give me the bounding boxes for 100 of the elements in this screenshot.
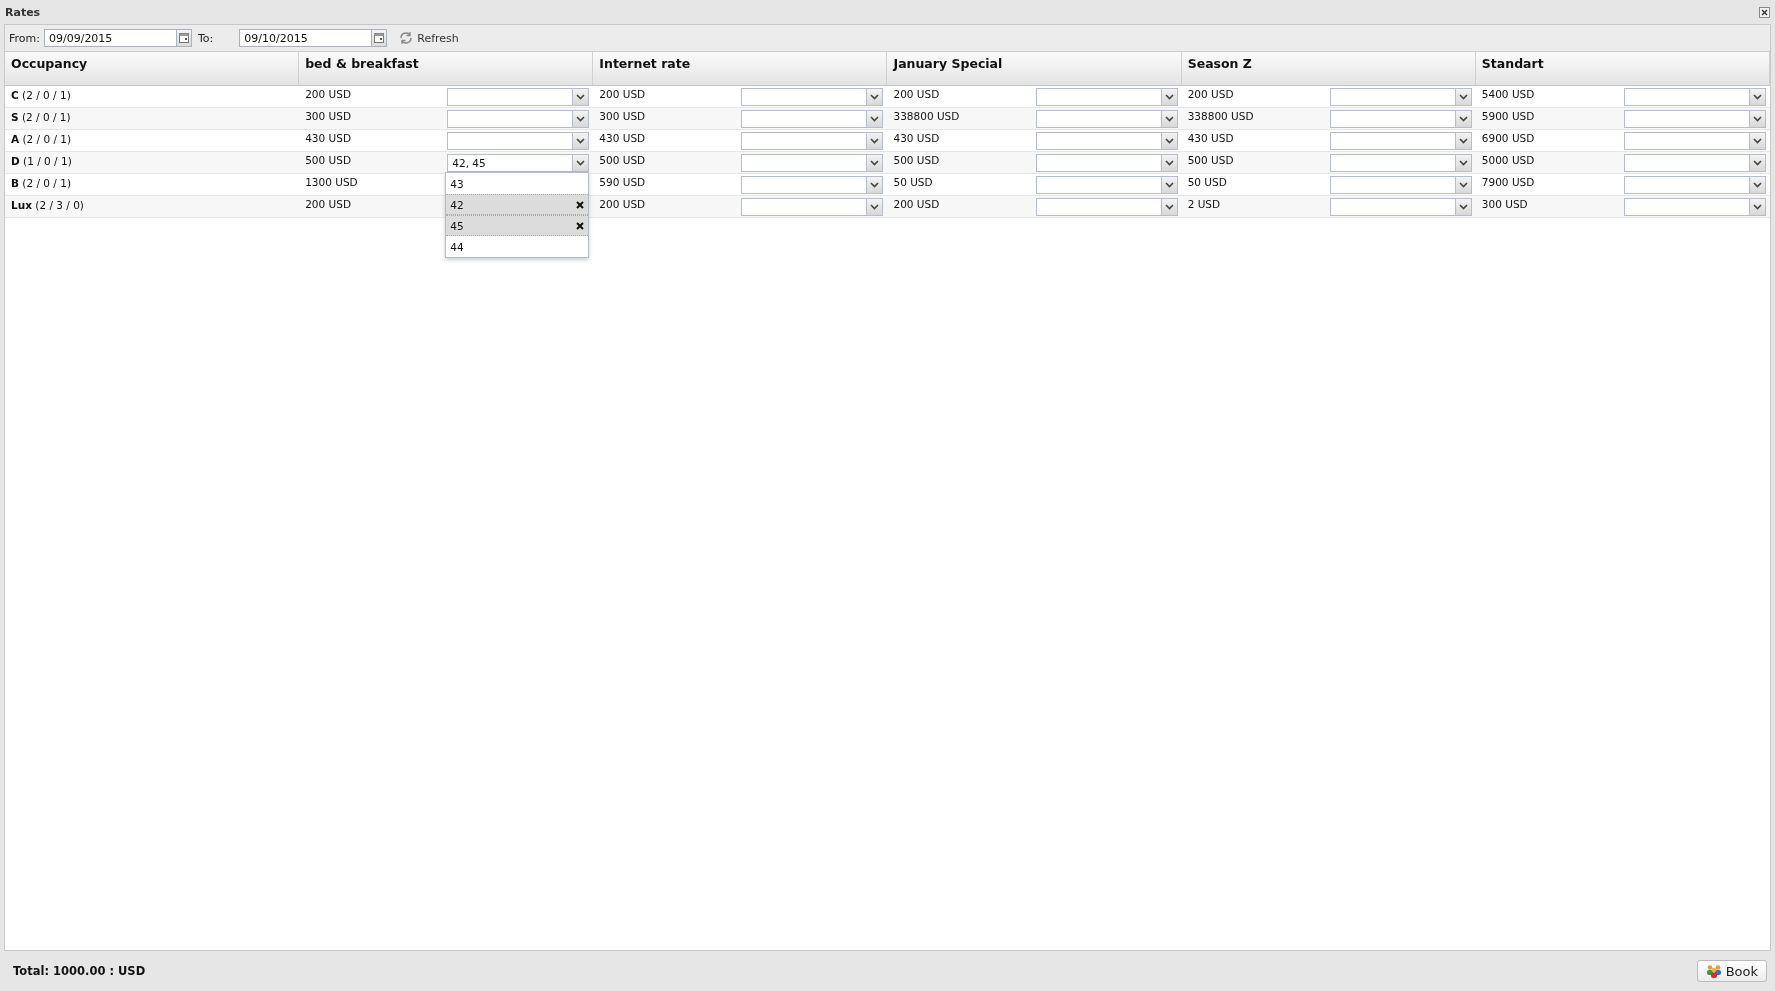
price-cell-text: 500 USD	[599, 153, 646, 166]
dropdown-option[interactable]: 44	[446, 236, 589, 257]
dropdown-button[interactable]	[572, 154, 590, 172]
occupancy-cell-text: Lux (2 / 3 / 0)	[10, 198, 85, 213]
column-header[interactable]: Internet rate	[593, 52, 888, 86]
caret-icon	[1753, 116, 1762, 122]
price-cell-text: 300 USD	[305, 109, 351, 122]
price-cell-text: 590 USD	[599, 175, 646, 188]
column-header[interactable]: January Special	[887, 52, 1182, 86]
caret-icon	[1164, 160, 1174, 166]
price-cell-text: 2 USD	[1187, 197, 1221, 210]
price-cell-text: 200 USD	[1187, 87, 1234, 100]
occupancy-cell-text: C (2 / 0 / 1)	[10, 88, 72, 103]
caret-icon	[1164, 138, 1174, 144]
caret-icon	[576, 94, 586, 100]
caret-icon	[576, 116, 586, 122]
dropdown-option[interactable]: 45	[446, 215, 589, 236]
price-cell-text: 200 USD	[893, 87, 940, 100]
caret-icon	[1753, 138, 1762, 144]
price-cell-text: 300 USD	[1481, 197, 1528, 210]
to-label: To:	[197, 31, 214, 45]
room-select[interactable]: 42, 45	[447, 154, 573, 172]
price-cell-text: 50 USD	[893, 175, 933, 188]
column-header[interactable]: Standart	[1475, 52, 1770, 86]
occupancy-cell-text: D (1 / 0 / 1)	[10, 154, 73, 169]
book-button[interactable]: Book	[1696, 960, 1767, 982]
price-cell-text: 430 USD	[1187, 131, 1234, 144]
caret-icon	[870, 116, 880, 122]
price-cell-text: 430 USD	[305, 131, 351, 144]
refresh-icon	[399, 31, 414, 45]
price-cell-text: 200 USD	[305, 197, 351, 210]
caret-icon	[1458, 116, 1468, 122]
caret-icon	[1164, 204, 1174, 210]
dropdown-button[interactable]	[866, 110, 884, 128]
caret-icon	[1458, 182, 1468, 188]
price-cell-text: 200 USD	[599, 87, 646, 100]
caret-icon	[576, 160, 586, 166]
price-cell-text: 7900 USD	[1481, 175, 1535, 188]
to-date-field[interactable]: 09/10/2015	[239, 29, 372, 47]
caret-icon	[1164, 94, 1174, 100]
dropdown-button[interactable]	[572, 88, 590, 106]
refresh-button[interactable]: Refresh	[395, 31, 463, 45]
caret-icon	[870, 94, 880, 100]
dropdown-button[interactable]	[866, 198, 884, 216]
price-cell-text: 200 USD	[599, 197, 646, 210]
column-header[interactable]: Occupancy	[5, 52, 300, 86]
caret-icon	[576, 138, 586, 144]
caret-icon	[1164, 182, 1174, 188]
column-header[interactable]: bed & breakfast	[299, 52, 594, 86]
occupancy-cell-text: B (2 / 0 / 1)	[10, 176, 73, 191]
dropdown-button[interactable]	[572, 110, 590, 128]
calendar-icon	[178, 33, 189, 43]
column-header[interactable]: Season Z	[1181, 52, 1476, 86]
dropdown-button[interactable]	[572, 132, 590, 150]
caret-icon	[1458, 94, 1468, 100]
caret-icon	[870, 138, 880, 144]
price-cell-text: 200 USD	[305, 87, 351, 100]
caret-icon	[1753, 204, 1762, 210]
price-cell-text: 6900 USD	[1481, 131, 1535, 144]
remove-icon[interactable]	[576, 221, 585, 230]
price-cell-text: 300 USD	[599, 109, 646, 122]
price-cell-text: 5400 USD	[1481, 87, 1535, 100]
caret-icon	[1458, 204, 1468, 210]
people-icon	[1705, 964, 1722, 978]
caret-icon	[870, 204, 880, 210]
caret-icon	[1753, 160, 1762, 166]
from-label: From:	[9, 31, 40, 45]
caret-icon	[1458, 138, 1468, 144]
price-cell-text: 338800 USD	[1187, 109, 1254, 122]
caret-icon	[1753, 94, 1762, 100]
close-button[interactable]	[1759, 6, 1770, 18]
dropdown-button[interactable]	[866, 88, 884, 106]
dropdown-option[interactable]: 42	[446, 194, 589, 215]
from-date-field[interactable]: 09/09/2015	[43, 29, 176, 47]
price-cell-text: 338800 USD	[893, 109, 960, 122]
price-cell-text: 50 USD	[1187, 175, 1227, 188]
price-cell-text: 5000 USD	[1481, 153, 1535, 166]
price-cell-text: 500 USD	[893, 153, 940, 166]
price-cell-text: 5900 USD	[1481, 109, 1535, 122]
dropdown-button[interactable]	[866, 176, 884, 194]
price-cell-text: 430 USD	[599, 131, 646, 144]
dropdown-option[interactable]: 43	[446, 173, 589, 194]
price-cell-text: 200 USD	[893, 197, 940, 210]
remove-icon[interactable]	[576, 200, 585, 209]
price-cell-text: 500 USD	[305, 153, 351, 166]
occupancy-cell-text: A (2 / 0 / 1)	[10, 132, 73, 147]
dropdown-button[interactable]	[866, 154, 884, 172]
calendar-button[interactable]	[371, 29, 388, 47]
dropdown-button[interactable]	[866, 132, 884, 150]
price-cell-text: 430 USD	[893, 131, 940, 144]
caret-icon	[1164, 116, 1174, 122]
occupancy-cell-text: S (2 / 0 / 1)	[10, 110, 72, 125]
price-cell-text: 500 USD	[1187, 153, 1234, 166]
window-title: Rates	[5, 5, 41, 19]
close-icon	[1761, 8, 1768, 16]
caret-icon	[1753, 182, 1762, 188]
caret-icon	[870, 160, 880, 166]
total-text: Total: 1000.00 : USD	[13, 964, 146, 978]
calendar-icon	[374, 33, 385, 43]
caret-icon	[870, 182, 880, 188]
